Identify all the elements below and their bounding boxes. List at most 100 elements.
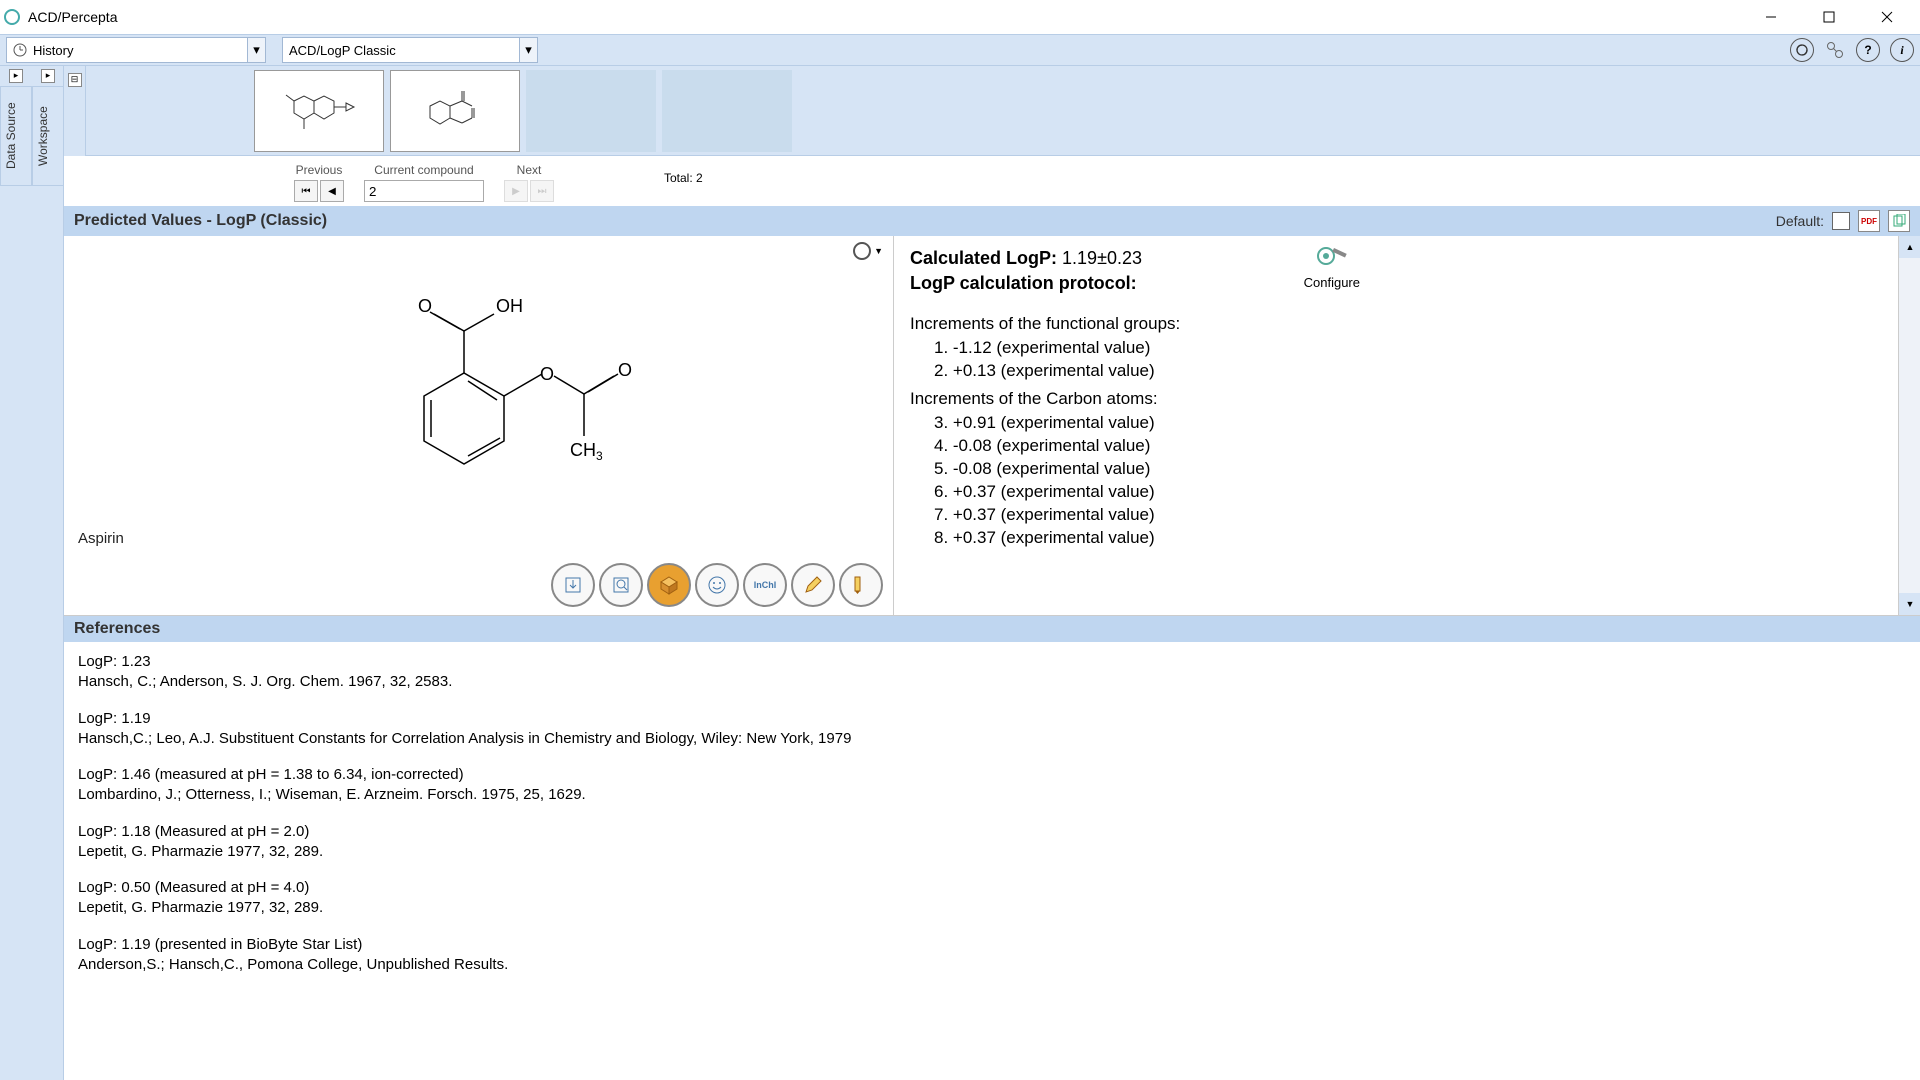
- scroll-down-icon: ▼: [1899, 593, 1920, 615]
- history-dropdown[interactable]: History ▾: [6, 37, 266, 63]
- reference-citation: Lombardino, J.; Otterness, I.; Wiseman, …: [78, 785, 1906, 805]
- calc-logp-label: Calculated LogP:: [910, 248, 1057, 268]
- export-structure-button[interactable]: [551, 563, 595, 607]
- molecule-thumb-2-icon: [410, 81, 500, 141]
- calculation-pane: Configure Calculated LogP: 1.19±0.23 Log…: [894, 236, 1920, 615]
- expand-toggle-2[interactable]: ▸: [41, 69, 55, 83]
- smiles-button[interactable]: [695, 563, 739, 607]
- thumbnail-empty-1: [526, 70, 656, 152]
- references-title: References: [74, 620, 160, 638]
- current-compound-input[interactable]: [364, 180, 484, 202]
- help-button[interactable]: ?: [1856, 38, 1880, 62]
- default-label: Default:: [1776, 213, 1824, 229]
- carbon-atoms-header: Increments of the Carbon atoms:: [910, 389, 1904, 409]
- increment-item: 2. +0.13 (experimental value): [934, 361, 1904, 381]
- reference-citation: Lepetit, G. Pharmazie 1977, 32, 289.: [78, 842, 1906, 862]
- method-dropdown[interactable]: ACD/LogP Classic ▾: [282, 37, 538, 63]
- chevron-down-icon: ▾: [247, 38, 265, 62]
- tab-workspace[interactable]: Workspace: [32, 86, 64, 186]
- reference-block: LogP: 0.50 (Measured at pH = 4.0)Lepetit…: [78, 878, 1906, 919]
- first-button[interactable]: ⏮: [294, 180, 318, 202]
- svg-text:O: O: [540, 364, 554, 384]
- increment-item: 8. +0.37 (experimental value): [934, 528, 1904, 548]
- svg-text:CH3: CH3: [570, 440, 603, 463]
- references-body: LogP: 1.23Hansch, C.; Anderson, S. J. Or…: [64, 642, 1920, 1001]
- copy-button[interactable]: [1888, 210, 1910, 232]
- predicted-values-title: Predicted Values - LogP (Classic): [74, 212, 327, 230]
- reference-block: LogP: 1.18 (Measured at pH = 2.0)Lepetit…: [78, 822, 1906, 863]
- next-button[interactable]: ▶: [504, 180, 528, 202]
- reference-citation: Anderson,S.; Hansch,C., Pomona College, …: [78, 955, 1906, 975]
- increment-item: 4. -0.08 (experimental value): [934, 436, 1904, 456]
- maximize-button[interactable]: [1800, 0, 1858, 34]
- structure-tools: InChI: [551, 563, 883, 607]
- compound-nav: Previous ⏮ ◀ Current compound Next ▶ ⏭ T…: [64, 156, 1920, 206]
- inchi-button[interactable]: InChI: [743, 563, 787, 607]
- pdf-export-button[interactable]: PDF: [1858, 210, 1880, 232]
- molecule-name: Aspirin: [78, 530, 124, 547]
- reference-value: LogP: 1.18 (Measured at pH = 2.0): [78, 822, 1906, 842]
- increment-item: 7. +0.37 (experimental value): [934, 505, 1904, 525]
- reference-citation: Hansch,C.; Leo, A.J. Substituent Constan…: [78, 729, 1906, 749]
- thumbnail-1[interactable]: [254, 70, 384, 152]
- molecule-thumb-1-icon: [274, 81, 364, 141]
- configure-label: Configure: [1304, 275, 1360, 290]
- increment-item: 6. +0.37 (experimental value): [934, 482, 1904, 502]
- svg-text:O: O: [618, 360, 632, 380]
- reference-value: LogP: 1.19: [78, 709, 1906, 729]
- expand-toggle-1[interactable]: ▸: [9, 69, 23, 83]
- search-structure-button[interactable]: [599, 563, 643, 607]
- configure-button[interactable]: Configure: [1304, 242, 1360, 290]
- reference-citation: Lepetit, G. Pharmazie 1977, 32, 289.: [78, 898, 1906, 918]
- circle-icon: [853, 242, 871, 260]
- sync-button[interactable]: [1790, 38, 1814, 62]
- increment-item: 3. +0.91 (experimental value): [934, 413, 1904, 433]
- svg-text:OH: OH: [496, 296, 523, 316]
- increment-item: 1. -1.12 (experimental value): [934, 338, 1904, 358]
- total-label: Total: 2: [664, 171, 703, 187]
- structure-drawing: O OH O O CH3: [364, 276, 644, 486]
- reference-block: LogP: 1.46 (measured at pH = 1.38 to 6.3…: [78, 765, 1906, 806]
- prev-label: Previous: [296, 163, 343, 177]
- link-button[interactable]: [1824, 38, 1846, 62]
- app-title: ACD/Percepta: [28, 9, 117, 25]
- titlebar: ACD/Percepta: [0, 0, 1920, 34]
- toolbar-right: ? i: [1790, 38, 1914, 62]
- calc-protocol-label: LogP calculation protocol:: [910, 273, 1137, 293]
- main-toolbar: History ▾ ACD/LogP Classic ▾ ? i: [0, 34, 1920, 66]
- history-label: History: [33, 43, 73, 58]
- method-label: ACD/LogP Classic: [289, 43, 396, 58]
- calc-protocol-line: LogP calculation protocol:: [910, 273, 1904, 294]
- reference-value: LogP: 1.19 (presented in BioByte Star Li…: [78, 935, 1906, 955]
- edit-structure-button[interactable]: [791, 563, 835, 607]
- reference-block: LogP: 1.19Hansch,C.; Leo, A.J. Substitue…: [78, 709, 1906, 750]
- chevron-down-icon: ▼: [874, 246, 883, 256]
- calc-logp-value: 1.19±0.23: [1062, 248, 1142, 268]
- predicted-values-header: Predicted Values - LogP (Classic) Defaul…: [64, 206, 1920, 236]
- reference-citation: Hansch, C.; Anderson, S. J. Org. Chem. 1…: [78, 672, 1906, 692]
- current-label: Current compound: [374, 163, 473, 177]
- info-button[interactable]: i: [1890, 38, 1914, 62]
- thumbnail-2[interactable]: [390, 70, 520, 152]
- reference-value: LogP: 0.50 (Measured at pH = 4.0): [78, 878, 1906, 898]
- prev-button[interactable]: ◀: [320, 180, 344, 202]
- mid-panel: ▼: [64, 236, 1920, 616]
- scroll-up-icon: ▲: [1899, 236, 1920, 258]
- 3d-view-button[interactable]: [647, 563, 691, 607]
- default-checkbox[interactable]: [1832, 212, 1850, 230]
- view-toggle[interactable]: ▼: [853, 242, 883, 260]
- reference-block: LogP: 1.23Hansch, C.; Anderson, S. J. Or…: [78, 652, 1906, 693]
- clock-icon: [13, 43, 27, 57]
- reference-block: LogP: 1.19 (presented in BioByte Star Li…: [78, 935, 1906, 976]
- side-tabs: ▸ Data Source ▸ Workspace: [0, 66, 64, 1080]
- calc-scrollbar[interactable]: ▲ ▼: [1898, 236, 1920, 615]
- collapse-toggle[interactable]: ⊟: [68, 73, 82, 87]
- last-button[interactable]: ⏭: [530, 180, 554, 202]
- calc-logp-line: Calculated LogP: 1.19±0.23: [910, 248, 1904, 269]
- close-button[interactable]: [1858, 0, 1916, 34]
- reference-value: LogP: 1.23: [78, 652, 1906, 672]
- tab-data-source[interactable]: Data Source: [0, 86, 32, 186]
- structure-pane: ▼: [64, 236, 894, 615]
- minimize-button[interactable]: [1742, 0, 1800, 34]
- draw-button[interactable]: [839, 563, 883, 607]
